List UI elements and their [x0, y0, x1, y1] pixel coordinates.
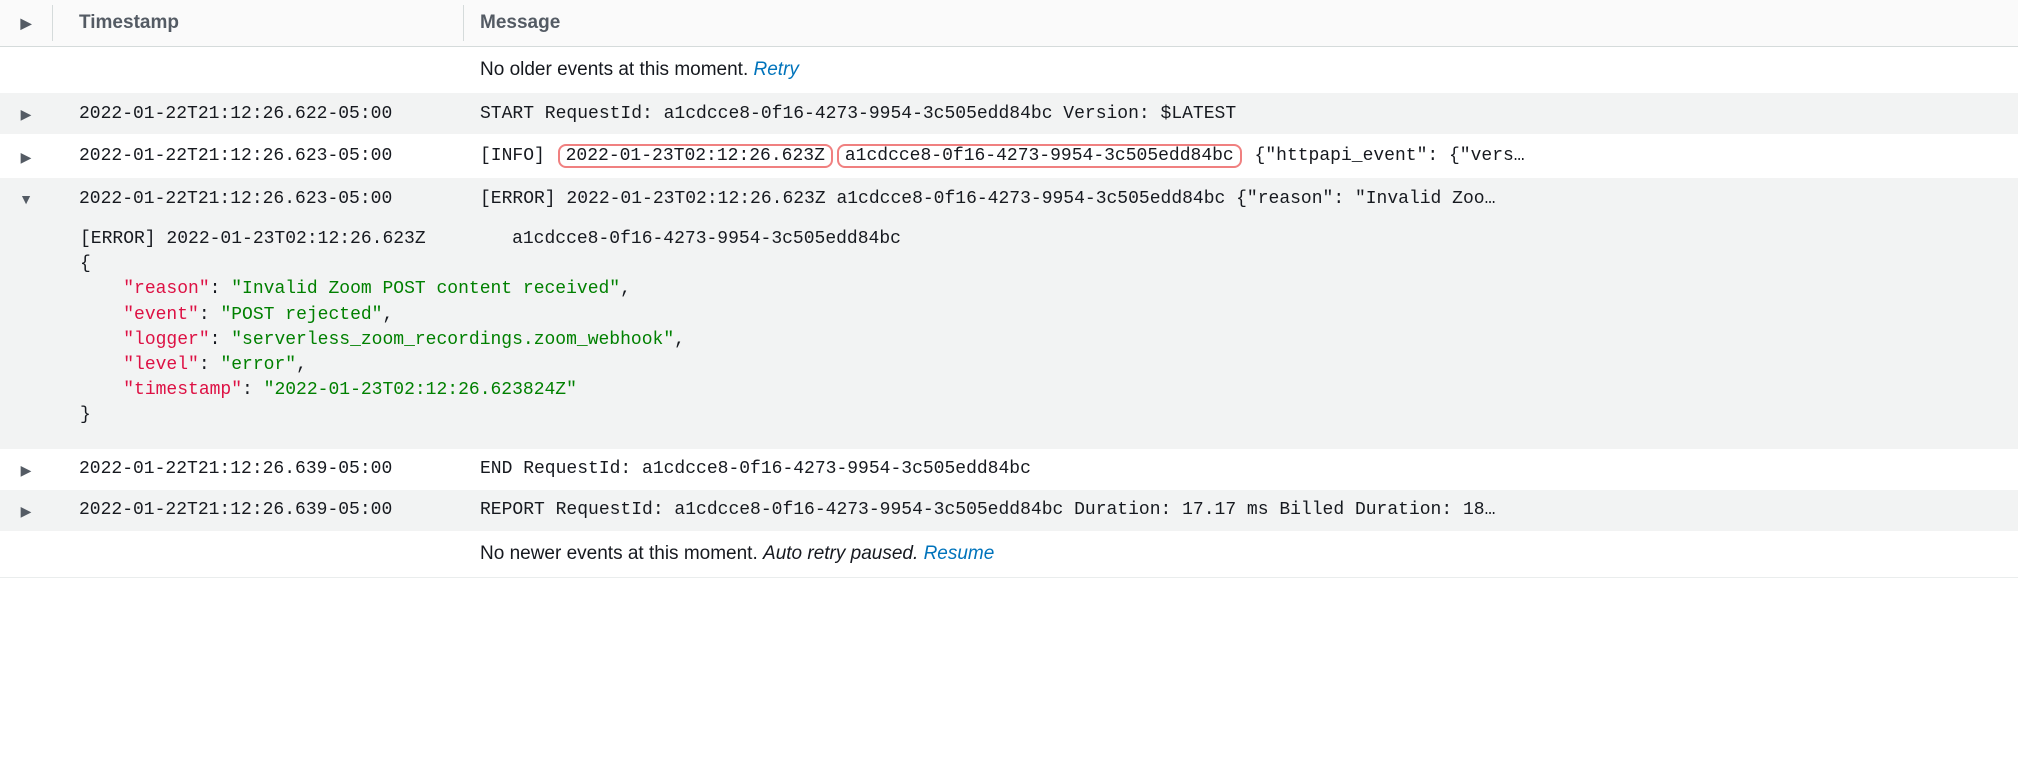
message-cell: END RequestId: a1cdcce8-0f16-4273-9954-3… — [464, 449, 2018, 490]
message-cell: [ERROR] 2022-01-23T02:12:26.623Z a1cdcce… — [464, 178, 2018, 219]
older-status-text: No older events at this moment. — [480, 59, 754, 80]
expanded-json: { "reason": "Invalid Zoom POST content r… — [80, 252, 2018, 428]
older-events-status: No older events at this moment. Retry — [0, 47, 2018, 94]
table-header: Timestamp Message — [0, 0, 2018, 47]
message-cell: [INFO] 2022-01-23T02:12:26.623Za1cdcce8-… — [464, 134, 2018, 178]
timestamp-cell: 2022-01-22T21:12:26.623-05:00 — [53, 134, 463, 178]
msg-prefix: [INFO] — [480, 146, 545, 166]
retry-link[interactable]: Retry — [754, 59, 799, 80]
caret-right-icon[interactable] — [21, 462, 32, 479]
message-header[interactable]: Message — [464, 0, 2018, 47]
expanded-content: [ERROR] 2022-01-23T02:12:26.623Z a1cdcce… — [0, 219, 2018, 449]
caret-right-icon[interactable] — [21, 503, 32, 520]
caret-right-icon — [21, 15, 32, 32]
log-row[interactable]: 2022-01-22T21:12:26.639-05:00 REPORT Req… — [0, 490, 2018, 531]
resume-link[interactable]: Resume — [924, 543, 995, 564]
expand-all-toggle[interactable] — [0, 0, 52, 47]
newer-paused-text: Auto retry paused. — [763, 543, 918, 564]
newer-events-status: No newer events at this moment. Auto ret… — [0, 531, 2018, 578]
expanded-header-line: [ERROR] 2022-01-23T02:12:26.623Z a1cdcce… — [80, 227, 2018, 252]
timestamp-cell: 2022-01-22T21:12:26.623-05:00 — [53, 178, 463, 219]
message-cell: REPORT RequestId: a1cdcce8-0f16-4273-995… — [464, 490, 2018, 531]
timestamp-header[interactable]: Timestamp — [53, 0, 463, 47]
caret-right-icon[interactable] — [21, 149, 32, 166]
timestamp-cell: 2022-01-22T21:12:26.622-05:00 — [53, 93, 463, 134]
log-row[interactable]: 2022-01-22T21:12:26.622-05:00 START Requ… — [0, 93, 2018, 134]
highlight-timestamp: 2022-01-23T02:12:26.623Z — [558, 144, 833, 168]
message-cell: START RequestId: a1cdcce8-0f16-4273-9954… — [464, 93, 2018, 134]
log-row-expanded[interactable]: 2022-01-22T21:12:26.623-05:00 [ERROR] 20… — [0, 178, 2018, 219]
msg-suffix: {"httpapi_event": {"vers… — [1244, 146, 1525, 166]
log-row[interactable]: 2022-01-22T21:12:26.639-05:00 END Reques… — [0, 449, 2018, 490]
timestamp-cell: 2022-01-22T21:12:26.639-05:00 — [53, 490, 463, 531]
highlight-request-id: a1cdcce8-0f16-4273-9954-3c505edd84bc — [837, 144, 1242, 168]
newer-status-text: No newer events at this moment. — [480, 543, 763, 564]
timestamp-cell: 2022-01-22T21:12:26.639-05:00 — [53, 449, 463, 490]
log-row[interactable]: 2022-01-22T21:12:26.623-05:00 [INFO] 202… — [0, 134, 2018, 178]
caret-right-icon[interactable] — [21, 106, 32, 123]
caret-down-icon[interactable] — [19, 191, 33, 207]
